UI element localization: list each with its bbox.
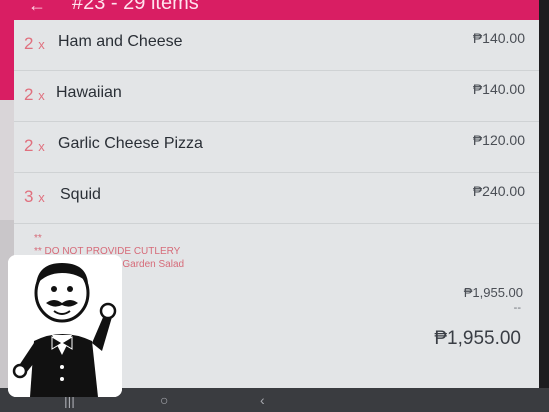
- item-quantity: 2 x: [24, 85, 45, 104]
- item-name: Garlic Cheese Pizza: [58, 135, 203, 152]
- item-name: Squid: [60, 186, 101, 203]
- list-item[interactable]: 2 x Hawaiian ₱140.00: [14, 71, 539, 122]
- list-item[interactable]: 3 x Squid ₱240.00: [14, 173, 539, 224]
- item-quantity: 2 x: [24, 34, 45, 53]
- left-panel-section: [0, 100, 14, 220]
- arrow-left-icon[interactable]: ←: [28, 0, 46, 14]
- item-price: ₱240.00: [472, 183, 525, 199]
- total-value: ₱1,955.00: [434, 328, 521, 349]
- item-quantity: 2 x: [24, 136, 45, 155]
- item-name: Ham and Cheese: [58, 33, 183, 50]
- subtotal-value: ₱1,955.00: [463, 285, 523, 300]
- discount-value: --: [513, 302, 521, 314]
- waiter-logo: [8, 255, 122, 397]
- list-item[interactable]: 2 x Ham and Cheese ₱140.00: [14, 20, 539, 71]
- back-triangle-icon[interactable]: ‹: [260, 392, 265, 408]
- left-panel-accent: [0, 20, 14, 100]
- item-price: ₱140.00: [472, 30, 525, 46]
- item-name: Hawaiian: [56, 84, 122, 101]
- waiter-icon: [8, 255, 122, 397]
- order-title: #23 - 29 items: [72, 0, 199, 14]
- item-price: ₱120.00: [472, 132, 525, 148]
- item-quantity: 3 x: [24, 187, 45, 206]
- home-icon[interactable]: ○: [160, 392, 168, 408]
- top-app-bar: ← #23 - 29 items: [0, 0, 549, 20]
- item-price: ₱140.00: [472, 81, 525, 97]
- notes-marker: **: [34, 233, 42, 244]
- pos-screen: ← #23 - 29 items 2 x Ham and Cheese ₱140…: [0, 0, 549, 412]
- device-bezel: [539, 0, 549, 412]
- list-item[interactable]: 2 x Garlic Cheese Pizza ₱120.00: [14, 122, 539, 173]
